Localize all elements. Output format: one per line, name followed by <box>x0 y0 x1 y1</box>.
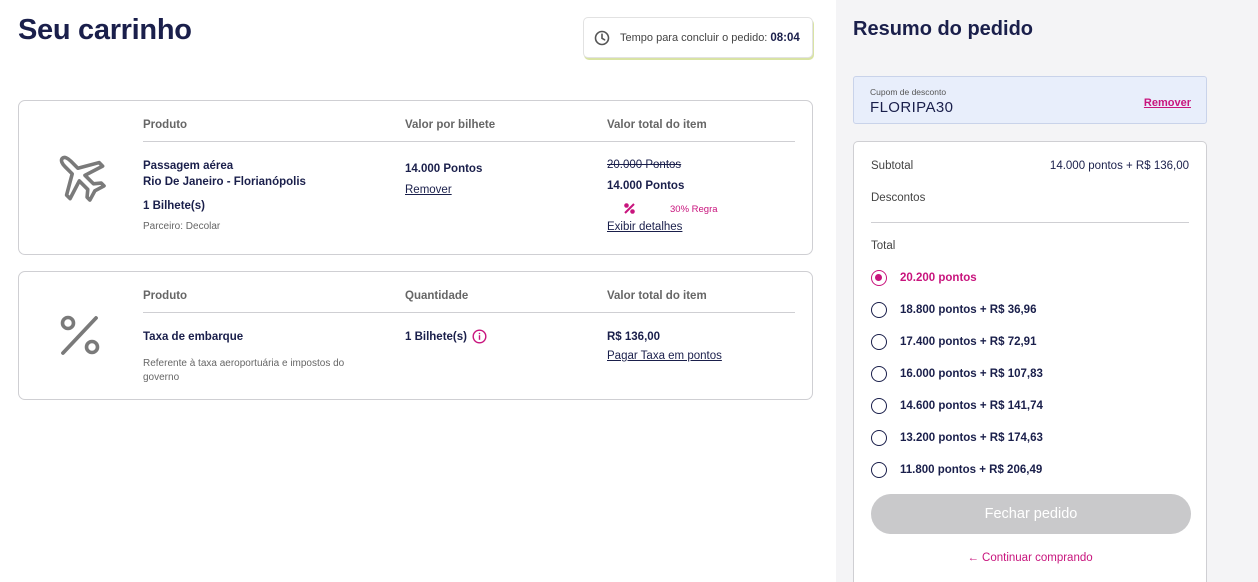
cart-panel: Seu carrinho Tempo para concluir o pedid… <box>0 0 836 582</box>
summary-divider <box>871 222 1189 223</box>
radio-button[interactable] <box>871 270 887 286</box>
remove-coupon-link[interactable]: Remover <box>1144 97 1191 109</box>
airplane-icon <box>59 155 106 202</box>
radio-button[interactable] <box>871 430 887 446</box>
radio-button[interactable] <box>871 398 887 414</box>
payment-option[interactable]: 11.800 pontos + R$ 206,49 <box>871 462 1042 478</box>
coupon-code: FLORIPA30 <box>870 99 954 116</box>
percent-icon <box>60 315 100 355</box>
payment-option-label: 17.400 pontos + R$ 72,91 <box>900 336 1037 348</box>
discount-rule-label: 30% Regra <box>670 204 718 215</box>
timer-label: Tempo para concluir o pedido: <box>620 31 768 44</box>
pay-tax-in-points-link[interactable]: Pagar Taxa em pontos <box>607 350 722 362</box>
timer-value: 08:04 <box>770 31 800 44</box>
subtotal-value: 14.000 pontos + R$ 136,00 <box>1049 160 1189 172</box>
clock-icon <box>594 30 610 45</box>
order-summary-panel: Resumo do pedido Cupom de desconto FLORI… <box>836 0 1258 582</box>
product-name: Taxa de embarque <box>143 331 244 343</box>
ticket-quantity: 1 Bilhete(s) <box>143 200 205 212</box>
show-details-link[interactable]: Exibir detalhes <box>607 221 682 233</box>
radio-button[interactable] <box>871 366 887 382</box>
info-icon[interactable] <box>472 329 487 344</box>
payment-option[interactable]: 17.400 pontos + R$ 72,91 <box>871 334 1036 350</box>
summary-title: Resumo do pedido <box>853 18 1033 40</box>
continue-shopping-label: Continuar comprando <box>982 552 1093 564</box>
coupon-label: Cupom de desconto <box>870 87 947 97</box>
radio-button[interactable] <box>871 302 887 318</box>
header-product: Produto <box>143 119 188 131</box>
tax-quantity: 1 Bilhete(s) <box>405 331 467 343</box>
payment-option[interactable]: 13.200 pontos + R$ 174,63 <box>871 430 1043 446</box>
payment-option-label: 18.800 pontos + R$ 36,96 <box>900 304 1037 316</box>
tax-description: Referente à taxa aeroportuária e imposto… <box>143 358 345 383</box>
header-divider <box>143 312 795 313</box>
payment-option[interactable]: 20.200 pontos <box>871 270 977 286</box>
subtotal-row: Subtotal 14.000 pontos + R$ 136,00 <box>871 160 1189 172</box>
page-title: Seu carrinho <box>18 14 192 46</box>
header-product: Produto <box>143 290 188 302</box>
payment-option-label: 13.200 pontos + R$ 174,63 <box>900 432 1043 444</box>
payment-option-label: 20.200 pontos <box>900 272 977 284</box>
remove-item-link[interactable]: Remover <box>405 184 452 196</box>
checkout-button[interactable]: Fechar pedido <box>871 494 1191 534</box>
cart-item-flight: Produto Valor por bilhete Valor total do… <box>18 100 813 255</box>
payment-option[interactable]: 14.600 pontos + R$ 141,74 <box>871 398 1043 414</box>
tax-total: R$ 136,00 <box>607 331 661 343</box>
header-unit-value: Valor por bilhete <box>405 119 496 131</box>
continue-shopping-link[interactable]: ← Continuar comprando <box>854 552 1206 564</box>
order-timer: Tempo para concluir o pedido: 08:04 <box>583 17 813 58</box>
header-item-total: Valor total do item <box>607 119 707 131</box>
cart-item-tax: Produto Quantidade Valor total do item T… <box>18 271 813 400</box>
partner-label: Parceiro: Decolar <box>143 221 221 232</box>
total-label: Total <box>871 240 896 252</box>
payment-option-label: 14.600 pontos + R$ 141,74 <box>900 400 1043 412</box>
payment-option-label: 11.800 pontos + R$ 206,49 <box>900 464 1043 476</box>
total-row: Total <box>871 240 1189 252</box>
discounts-row: Descontos <box>871 192 1189 204</box>
coupon-box: Cupom de desconto FLORIPA30 Remover <box>853 76 1207 124</box>
radio-button[interactable] <box>871 462 887 478</box>
summary-card: Subtotal 14.000 pontos + R$ 136,00 Desco… <box>853 141 1207 582</box>
header-item-total: Valor total do item <box>607 290 707 302</box>
flight-route: Rio De Janeiro - Florianópolis <box>143 176 306 188</box>
payment-option[interactable]: 16.000 pontos + R$ 107,83 <box>871 366 1043 382</box>
old-total: 20.000 Pontos <box>607 159 682 171</box>
item-total: 14.000 Pontos <box>607 180 685 192</box>
subtotal-label: Subtotal <box>871 160 914 172</box>
unit-value: 14.000 Pontos <box>405 163 483 175</box>
payment-option[interactable]: 18.800 pontos + R$ 36,96 <box>871 302 1036 318</box>
product-name: Passagem aérea <box>143 160 234 172</box>
arrow-left-icon: ← <box>967 552 979 564</box>
payment-option-label: 16.000 pontos + R$ 107,83 <box>900 368 1043 380</box>
header-quantity: Quantidade <box>405 290 469 302</box>
radio-button[interactable] <box>871 334 887 350</box>
discount-rule-icon <box>624 203 635 214</box>
discounts-label: Descontos <box>871 192 926 204</box>
header-divider <box>143 141 795 142</box>
